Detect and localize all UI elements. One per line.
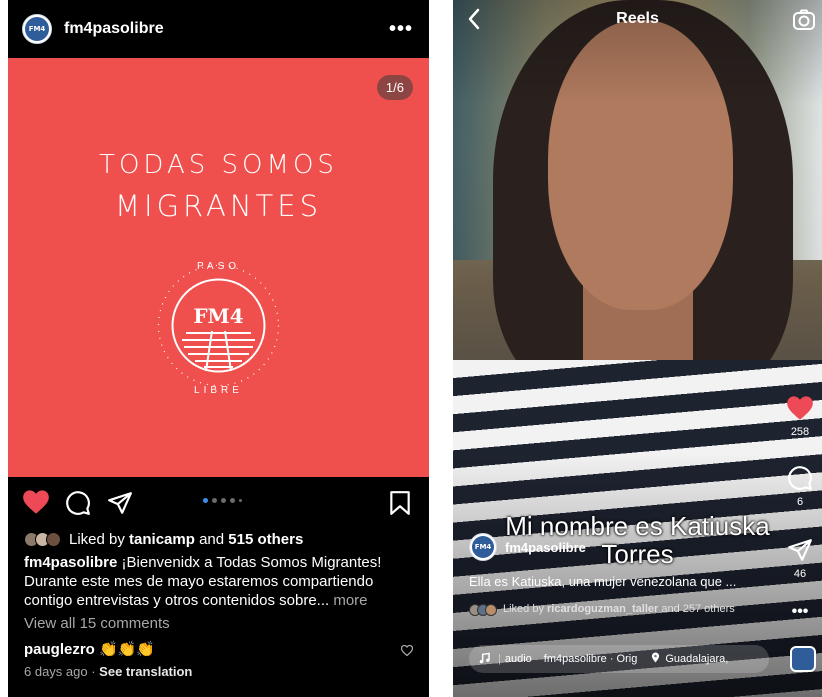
logo-fm4-text: FM4 bbox=[193, 304, 244, 328]
audio-thumbnail[interactable] bbox=[790, 646, 816, 672]
camera-icon[interactable] bbox=[792, 8, 816, 37]
comment: pauglezro 👏👏👏 bbox=[24, 640, 155, 658]
more-options-button[interactable]: ••• bbox=[389, 18, 413, 41]
caption-more-link[interactable]: more bbox=[333, 592, 367, 609]
reels-header: Reels bbox=[453, 0, 822, 40]
avatar[interactable]: FM4 bbox=[469, 533, 497, 561]
headline-line-2: MIGRANTES bbox=[115, 189, 322, 223]
avatar[interactable]: FM4 bbox=[22, 14, 52, 44]
location-text: Guadalajara, bbox=[665, 653, 729, 665]
share-icon[interactable] bbox=[107, 490, 133, 521]
logo-paso-text: PASO bbox=[196, 261, 241, 272]
logo-libre-text: LIBRE bbox=[194, 385, 243, 396]
post-timestamp: 6 days ago bbox=[24, 664, 88, 679]
reel-username[interactable]: fm4pasolibre bbox=[505, 540, 586, 555]
avatar-logo: FM4 bbox=[472, 536, 494, 558]
feed-post: FM4 fm4pasolibre ••• 1/6 TODAS SOMOS MIG… bbox=[8, 0, 429, 697]
likes-text: Liked by tanicamp and 515 others bbox=[69, 531, 304, 548]
likes-row[interactable]: Liked by tanicamp and 515 others bbox=[24, 531, 303, 548]
reel-comment-button[interactable]: 6 bbox=[782, 465, 818, 508]
share-icon[interactable] bbox=[787, 539, 813, 566]
reel-more-button[interactable]: ••• bbox=[782, 603, 818, 621]
location-pin-icon bbox=[651, 652, 660, 666]
reel-share-button[interactable]: 46 bbox=[782, 537, 818, 580]
headline-line-1: TODAS SOMOS bbox=[99, 150, 338, 180]
carousel-counter: 1/6 bbox=[376, 75, 413, 100]
comment-username[interactable]: pauglezro bbox=[24, 641, 95, 658]
post-caption: fm4pasolibre ¡Bienvenidx a Todas Somos M… bbox=[24, 553, 419, 610]
reel-view[interactable]: Reels Mi nombre es Katiuska Torres FM4 f… bbox=[453, 0, 822, 697]
audio-label: audio bbox=[504, 653, 532, 665]
paso-libre-logo: PASO FM4 LIBRE bbox=[146, 253, 291, 398]
reel-like-button[interactable]: 258 bbox=[782, 395, 818, 438]
post-actions bbox=[8, 477, 429, 529]
reel-likes-text: Liked by ricardoguzman_taller and 257 ot… bbox=[503, 603, 735, 615]
post-header: FM4 fm4pasolibre ••• bbox=[8, 0, 429, 58]
comment-icon[interactable] bbox=[65, 490, 91, 521]
avatar-logo: FM4 bbox=[25, 17, 49, 41]
reel-author[interactable]: FM4 fm4pasolibre bbox=[469, 533, 586, 561]
audio-pill[interactable]: | audio fm4pasolibre · Orig Guadalajara, bbox=[469, 645, 769, 673]
comment-count: 6 bbox=[796, 496, 804, 508]
see-translation-link[interactable]: See translation bbox=[99, 664, 192, 679]
post-image[interactable]: 1/6 TODAS SOMOS MIGRANTES PASO FM4 LIBRE bbox=[8, 58, 429, 477]
comment-icon[interactable] bbox=[787, 466, 813, 494]
comment-text: 👏👏👏 bbox=[94, 641, 156, 658]
reels-title: Reels bbox=[616, 10, 659, 27]
video-gradient bbox=[453, 0, 822, 697]
view-comments-link[interactable]: View all 15 comments bbox=[24, 615, 170, 632]
caption-username[interactable]: fm4pasolibre bbox=[24, 554, 117, 571]
like-count: 258 bbox=[790, 426, 810, 438]
liker-avatar bbox=[46, 532, 61, 547]
carousel-dots bbox=[203, 498, 242, 503]
liker-avatar bbox=[485, 604, 497, 616]
post-meta: 6 days ago · See translation bbox=[24, 664, 193, 679]
audio-source: fm4pasolibre · Orig bbox=[543, 653, 638, 665]
post-username[interactable]: fm4pasolibre bbox=[64, 20, 164, 38]
reel-description[interactable]: Ella es Katiuska, una mujer venezolana q… bbox=[469, 574, 769, 589]
location-tag[interactable]: Guadalajara, bbox=[651, 652, 728, 666]
heart-icon[interactable] bbox=[22, 489, 50, 520]
comment-like-icon[interactable] bbox=[400, 643, 414, 661]
music-icon bbox=[479, 652, 490, 667]
share-count: 46 bbox=[793, 568, 807, 580]
heart-icon[interactable] bbox=[786, 396, 814, 424]
bookmark-icon[interactable] bbox=[389, 490, 411, 521]
reel-likes-row[interactable]: Liked by ricardoguzman_taller and 257 ot… bbox=[469, 603, 769, 616]
